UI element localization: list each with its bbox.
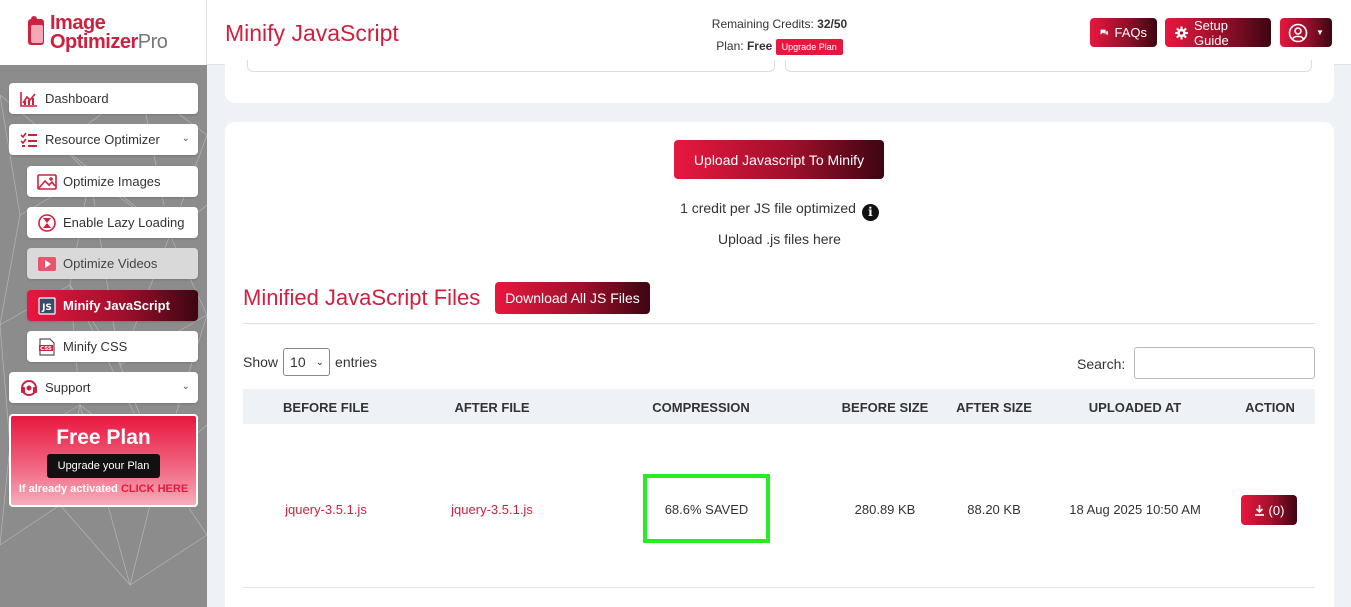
credit-note-text: 1 credit per JS file optimized bbox=[680, 200, 856, 216]
sidebar-item-label: Minify CSS bbox=[63, 339, 128, 354]
sidebar-item-optimize-videos[interactable]: Optimize Videos bbox=[27, 248, 198, 279]
logo-pro: Pro bbox=[137, 30, 168, 53]
after-size-value: 88.20 KB bbox=[967, 502, 1021, 517]
credit-note: 1 credit per JS file optimized i bbox=[225, 200, 1334, 221]
faqs-button[interactable]: FAQs bbox=[1090, 18, 1157, 47]
checklist-icon bbox=[19, 131, 39, 149]
chart-icon bbox=[19, 90, 39, 108]
sidebar-item-lazy-loading[interactable]: Enable Lazy Loading bbox=[27, 207, 198, 238]
remaining-credits: Remaining Credits: 32/50 bbox=[707, 13, 852, 35]
user-menu-button[interactable]: ▼ bbox=[1280, 18, 1332, 47]
sidebar-item-dashboard[interactable]: Dashboard bbox=[9, 83, 198, 114]
sidebar-item-label: Support bbox=[45, 380, 91, 395]
table-header: BEFORE FILE AFTER FILE COMPRESSION BEFOR… bbox=[243, 389, 1315, 424]
upgrade-your-plan-button[interactable]: Upgrade your Plan bbox=[46, 454, 161, 478]
show-label: Show bbox=[243, 354, 279, 370]
gear-icon bbox=[1175, 26, 1188, 39]
sidebar-item-support[interactable]: Support ⌄ bbox=[9, 372, 198, 403]
chevron-down-icon: ⌄ bbox=[181, 133, 190, 144]
image-icon bbox=[37, 173, 57, 191]
plan-value: Free bbox=[746, 39, 773, 53]
sidebar-item-label: Minify JavaScript bbox=[63, 298, 170, 313]
after-file-link[interactable]: jquery-3.5.1.js bbox=[409, 502, 575, 517]
click-here-link[interactable]: CLICK HERE bbox=[121, 483, 188, 495]
plan-info: Plan: Free Upgrade Plan bbox=[707, 35, 852, 57]
credits-value: 32/50 bbox=[817, 17, 848, 31]
sidebar-item-optimize-images[interactable]: Optimize Images bbox=[27, 166, 198, 197]
faqs-label: FAQs bbox=[1114, 25, 1147, 40]
entries-select[interactable]: 10 ⌄ bbox=[283, 348, 331, 376]
download-count: (0) bbox=[1268, 502, 1285, 518]
setup-guide-label: Setup Guide bbox=[1193, 17, 1229, 48]
column-header-action: ACTION bbox=[1245, 400, 1295, 415]
settings-field-right[interactable] bbox=[785, 60, 1312, 72]
logo-icon bbox=[28, 15, 44, 45]
header: Minify JavaScript Remaining Credits: 32/… bbox=[207, 0, 1351, 65]
upgrade-plan-button[interactable]: Upgrade Plan bbox=[775, 38, 843, 55]
lazy-loading-icon bbox=[37, 213, 57, 232]
sidebar-item-resource-optimizer[interactable]: Resource Optimizer ⌄ bbox=[9, 124, 198, 155]
chevron-down-icon: ⌄ bbox=[315, 356, 325, 368]
column-header-after-file[interactable]: AFTER FILE bbox=[409, 400, 575, 415]
chevron-down-icon: ⌄ bbox=[181, 381, 190, 392]
column-header-uploaded-at[interactable]: UPLOADED AT bbox=[1045, 400, 1225, 415]
svg-text:CSS: CSS bbox=[40, 346, 52, 352]
css-file-icon: CSS bbox=[37, 337, 57, 356]
column-header-before-size[interactable]: BEFORE SIZE bbox=[827, 400, 943, 415]
logo[interactable]: Image OptimizerPro bbox=[0, 0, 207, 65]
sidebar-item-label: Optimize Videos bbox=[63, 256, 158, 271]
js-file-icon: JS bbox=[37, 296, 57, 315]
free-plan-note: If already activated CLICK HERE bbox=[11, 483, 196, 495]
sidebar-item-label: Enable Lazy Loading bbox=[63, 215, 185, 230]
uploaded-at-value: 18 Aug 2025 10:50 AM bbox=[1069, 502, 1201, 517]
logo-line2-text: Optimizer bbox=[50, 30, 138, 53]
settings-card bbox=[225, 60, 1334, 103]
table-row: jquery-3.5.1.js jquery-3.5.1.js 68.6% SA… bbox=[243, 424, 1315, 588]
sidebar-item-minify-css[interactable]: CSS Minify CSS bbox=[27, 331, 198, 362]
divider bbox=[243, 323, 1315, 324]
svg-text:JS: JS bbox=[41, 303, 52, 313]
plan-label: Plan: bbox=[716, 39, 744, 53]
before-size-value: 280.89 KB bbox=[854, 502, 916, 517]
free-plan-card: Free Plan Upgrade your Plan If already a… bbox=[9, 414, 198, 507]
download-icon bbox=[1254, 504, 1264, 516]
settings-field-left[interactable] bbox=[247, 60, 775, 72]
column-header-before-file[interactable]: BEFORE FILE bbox=[243, 400, 409, 415]
info-icon[interactable]: i bbox=[861, 204, 879, 221]
caret-down-icon: ▼ bbox=[1316, 28, 1324, 37]
logo-line2: OptimizerPro bbox=[50, 30, 168, 53]
page-title: Minify JavaScript bbox=[225, 20, 399, 46]
show-entries: Show 10 ⌄ entries bbox=[243, 348, 377, 376]
credits-label: Remaining Credits: bbox=[711, 17, 814, 31]
download-all-button[interactable]: Download All JS Files bbox=[495, 282, 650, 314]
free-plan-title: Free Plan bbox=[56, 426, 151, 449]
upload-javascript-button[interactable]: Upload Javascript To Minify bbox=[674, 140, 884, 179]
column-header-after-size[interactable]: AFTER SIZE bbox=[943, 400, 1045, 415]
section-title: Minified JavaScript Files bbox=[243, 285, 481, 310]
compression-value: 68.6% SAVED bbox=[664, 502, 749, 517]
sidebar-item-minify-javascript[interactable]: JS Minify JavaScript bbox=[27, 290, 198, 321]
sidebar-item-label: Optimize Images bbox=[63, 174, 161, 189]
entries-label: entries bbox=[335, 354, 378, 370]
sidebar-item-label: Resource Optimizer bbox=[45, 132, 160, 147]
headset-icon bbox=[19, 379, 39, 397]
user-avatar-icon bbox=[1288, 23, 1308, 42]
before-file-link[interactable]: jquery-3.5.1.js bbox=[243, 502, 409, 517]
video-icon bbox=[37, 255, 57, 273]
setup-guide-button[interactable]: Setup Guide bbox=[1165, 17, 1271, 48]
upload-hint[interactable]: Upload .js files here bbox=[225, 231, 1334, 247]
entries-value: 10 bbox=[290, 354, 306, 370]
main-card: Upload Javascript To Minify 1 credit per… bbox=[225, 122, 1334, 607]
sidebar-item-label: Dashboard bbox=[45, 91, 109, 106]
credits-info: Remaining Credits: 32/50 Plan: Free Upgr… bbox=[707, 13, 852, 57]
sidebar: Image OptimizerPro Dashboard Resource Op… bbox=[0, 0, 207, 607]
column-header-compression[interactable]: COMPRESSION bbox=[575, 400, 827, 415]
search-label: Search: bbox=[1077, 356, 1126, 372]
free-plan-note-text: If already activated bbox=[18, 483, 118, 495]
download-file-button[interactable]: (0) bbox=[1241, 495, 1297, 525]
search-input[interactable] bbox=[1134, 347, 1315, 379]
chat-icon bbox=[1100, 29, 1108, 35]
